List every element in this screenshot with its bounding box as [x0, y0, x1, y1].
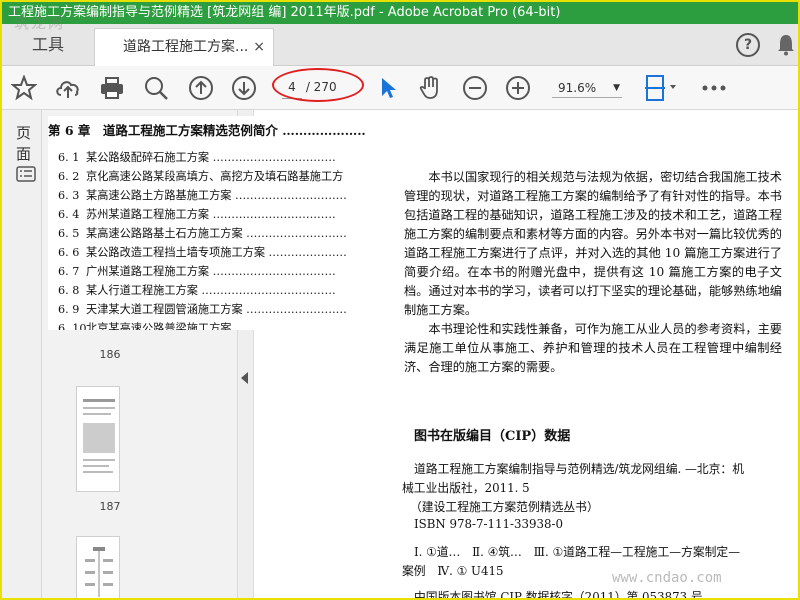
toc-item-text: 天津某大道工程圆管涵施工方案 ………………………	[86, 303, 347, 316]
toc-overlay: 第 6 章 道路工程施工方案精选范例简介 …………………… 6. 1 某公路级配碎…	[48, 116, 366, 330]
thumbnail-number: 186	[99, 348, 121, 361]
toc-heading: 第 6 章 道路工程施工方案精选范例简介 ……………………	[48, 123, 366, 138]
cip-heading: 图书在版编目（CIP）数据	[414, 429, 571, 444]
cloud-upload-icon[interactable]	[54, 74, 82, 102]
toc-item-number: 6. 6	[58, 246, 80, 259]
toc-item[interactable]: 6. 9 天津某大道工程圆管涵施工方案 ………………………	[58, 301, 347, 317]
zoom-out-icon[interactable]	[461, 74, 489, 102]
thumbnail-number: 187	[99, 500, 121, 513]
highlight-ellipse	[272, 68, 364, 102]
toc-item[interactable]: 6. 6 某公路改造工程挡土墙专项施工方案 …………………	[58, 244, 347, 260]
toc-item-number: 6. 4	[58, 208, 80, 221]
navigation-pane: 页面	[2, 110, 42, 598]
cip-line: ISBN 978-7-111-33938-0	[414, 517, 563, 531]
cip-line: 案例 Ⅳ. ① U415	[402, 564, 504, 578]
window-title: 工程施工方案编制指导与范例精选 [筑龙网组 编] 2011年版.pdf - Ad…	[2, 2, 798, 24]
toc-item-text: 苏州某道路工程施工方案 ……………………………	[86, 208, 336, 221]
more-options-icon[interactable]	[700, 74, 728, 102]
toc-item-number: 6. 1	[58, 151, 80, 164]
toc-item-text: 广州某道路工程施工方案 ……………………………	[86, 265, 336, 278]
page-options-icon[interactable]	[16, 166, 36, 186]
cip-line: （建设工程施工方案范例精选丛书）	[410, 500, 599, 514]
fit-page-icon[interactable]	[642, 74, 682, 102]
body-paragraph-2: 本书理论性和实践性兼备，可作为施工从业人员的参考资料，主要满足施工单位从事施工、…	[404, 322, 782, 374]
toc-item[interactable]: 6. 1 某公路级配碎石施工方案 ……………………………	[58, 149, 336, 165]
app-window: 工程施工方案编制指导与范例精选 [筑龙网组 编] 2011年版.pdf - Ad…	[0, 0, 800, 600]
hand-tool-icon[interactable]	[416, 74, 444, 102]
toc-item[interactable]: 6. 5 某高速公路路基土石方施工方案 ………………………	[58, 225, 347, 241]
toolbar: 4 / 270 91.6% ▼	[2, 66, 798, 110]
toc-item[interactable]: 6. 2 京化高速公路某段高填方、高挖方及填石路基施工方	[58, 168, 343, 184]
toc-item[interactable]: 6. 8 某人行道工程施工方案 ………………………………	[58, 282, 336, 298]
pages-panel-label: 页面	[16, 124, 32, 163]
toc-item-text: 某人行道工程施工方案 ………………………………	[86, 284, 336, 297]
cip-line: Ⅰ. ①道… Ⅱ. ④筑… Ⅲ. ①道路工程—工程施工—方案制定—	[414, 545, 741, 559]
help-icon[interactable]: ?	[736, 33, 760, 57]
site-watermark: www.cndao.com	[612, 570, 722, 586]
toc-item-text: 某高速公路土方路基施工方案 …………………………	[86, 189, 347, 202]
toc-item[interactable]: 6. 4 苏州某道路工程施工方案 ……………………………	[58, 206, 336, 222]
watermark-logo-text: 筑龙网	[14, 14, 65, 32]
print-icon[interactable]	[98, 74, 126, 102]
tab-close-icon[interactable]: ×	[253, 29, 265, 65]
body-paragraph-1: 本书以国家现行的相关规范与法规为依据，密切结合我国施工技术管理的现状，对道路工程…	[404, 170, 782, 317]
zoom-level-select[interactable]: 91.6% ▼	[552, 78, 622, 98]
zoom-in-icon[interactable]	[504, 74, 532, 102]
next-page-icon[interactable]	[230, 74, 258, 102]
tab-bar: 工具 道路工程施工方案... × ?	[2, 24, 798, 66]
zoom-search-icon[interactable]	[142, 74, 170, 102]
previous-page-icon[interactable]	[187, 74, 215, 102]
collapse-arrow-icon	[241, 372, 248, 384]
toc-item-text: 京化高速公路某段高填方、高挖方及填石路基施工方	[86, 170, 344, 183]
tab-document[interactable]: 道路工程施工方案... ×	[94, 28, 274, 66]
toc-item-text: 某高速公路路基土石方施工方案 ………………………	[86, 227, 347, 240]
watermark-logo: 筑龙网	[12, 10, 74, 34]
cip-line: 中国版本图书馆 CIP 数据核字（2011）第 053873 号	[414, 590, 703, 600]
toc-item-text: 某公路级配碎石施工方案 ……………………………	[86, 151, 336, 164]
toc-item-text: 某公路改造工程挡土墙专项施工方案 …………………	[86, 246, 347, 259]
page-thumbnail-187[interactable]	[76, 386, 120, 492]
toc-item-number: 6. 5	[58, 227, 80, 240]
toc-item-number: 6. 9	[58, 303, 80, 316]
cip-line: 械工业出版社，2011. 5	[402, 481, 530, 495]
toc-item-number: 6. 8	[58, 284, 80, 297]
bookmark-star-icon[interactable]	[10, 74, 38, 102]
toc-item[interactable]: 6. 10北京某高速公路普梁施工方案 …………………………	[58, 320, 347, 330]
toc-item-number: 6. 2	[58, 170, 80, 183]
page-thumbnail-188[interactable]	[76, 536, 120, 598]
notification-bell-icon[interactable]	[777, 34, 795, 56]
chevron-down-icon: ▼	[613, 83, 620, 93]
toc-item-number: 6. 7	[58, 265, 80, 278]
toc-item[interactable]: 6. 7 广州某道路工程施工方案 ……………………………	[58, 263, 336, 279]
tab-document-label: 道路工程施工方案...	[123, 39, 249, 55]
zoom-level-value: 91.6%	[558, 81, 597, 95]
toc-item-number: 6. 10	[58, 322, 87, 330]
select-cursor-icon[interactable]	[374, 74, 402, 102]
document-body: 本书以国家现行的相关规范与法规为依据，密切结合我国施工技术管理的现状，对道路工程…	[404, 168, 782, 377]
toc-item-number: 6. 3	[58, 189, 80, 202]
toc-item-text: 北京某高速公路普梁施工方案 …………………………	[86, 322, 347, 330]
cip-line: 道路工程施工方案编制指导与范例精选/筑龙网组编. —北京：机	[414, 462, 744, 476]
toc-item[interactable]: 6. 3 某高速公路土方路基施工方案 …………………………	[58, 187, 347, 203]
